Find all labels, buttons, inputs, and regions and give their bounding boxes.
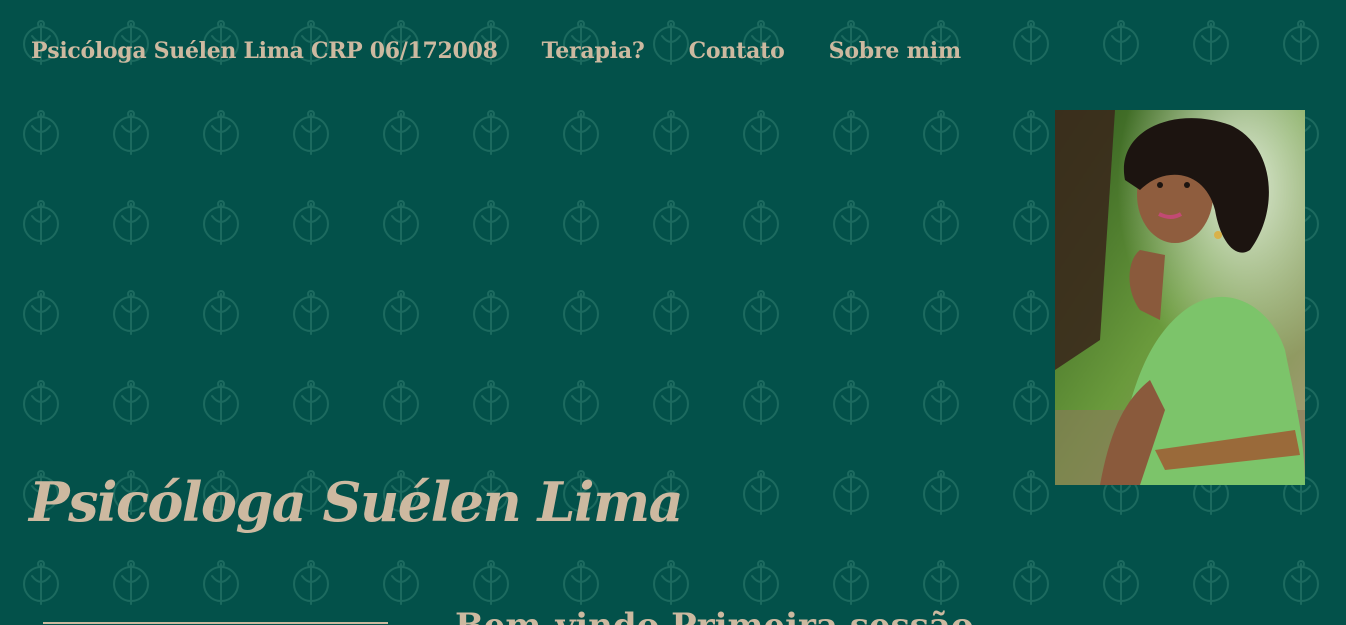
main-nav: Psicóloga Suélen Lima CRP 06/172008 Tera…: [31, 38, 1005, 64]
nav-link-contato[interactable]: Contato: [689, 38, 785, 64]
nav-link-terapia[interactable]: Terapia?: [542, 38, 645, 64]
site-brand-link[interactable]: Psicóloga Suélen Lima CRP 06/172008: [31, 38, 498, 64]
section-divider: [43, 622, 388, 624]
nav-link-sobre-mim[interactable]: Sobre mim: [829, 38, 962, 64]
portrait-photo: [1055, 110, 1305, 485]
next-section-heading: Bem-vindo Primeira sessão: [455, 606, 974, 625]
hero-title: Psicóloga Suélen Lima: [29, 470, 684, 534]
